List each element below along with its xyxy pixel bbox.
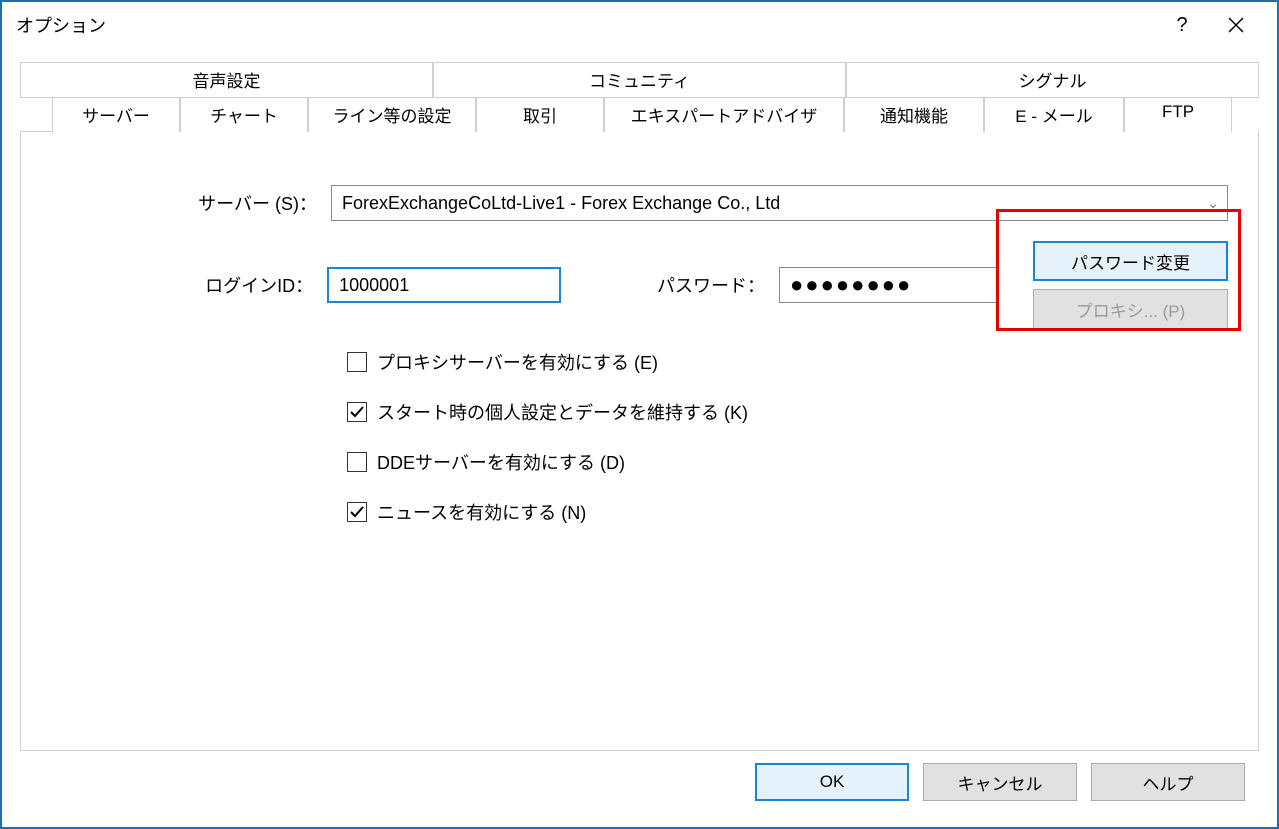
dialog-body: 音声設定 コミュニティ シグナル サーバー チャート ライン等の設定 取引 エキ…	[2, 48, 1277, 827]
titlebar: オプション ?	[2, 2, 1277, 48]
tab-sound[interactable]: 音声設定	[20, 62, 433, 98]
server-row: サーバー (S)： ForexExchangeCoLtd-Live1 - For…	[51, 185, 1228, 221]
tab-row-bottom: サーバー チャート ライン等の設定 取引 エキスパートアドバイザ 通知機能 E …	[20, 97, 1259, 132]
proxy-button: プロキシ... (P)	[1033, 289, 1228, 329]
change-password-button[interactable]: パスワード変更	[1033, 241, 1228, 281]
help-icon[interactable]: ?	[1155, 2, 1209, 48]
tab-community[interactable]: コミュニティ	[433, 62, 846, 98]
checkbox-checked-icon	[347, 402, 367, 422]
checkbox-icon	[347, 352, 367, 372]
server-select[interactable]: ForexExchangeCoLtd-Live1 - Forex Exchang…	[331, 185, 1228, 221]
checkbox-label: ニュースを有効にする (N)	[377, 499, 586, 525]
tab-panel-server: サーバー (S)： ForexExchangeCoLtd-Live1 - For…	[20, 131, 1259, 751]
tab-expert-advisor[interactable]: エキスパートアドバイザ	[604, 97, 844, 132]
tab-row-top: 音声設定 コミュニティ シグナル	[20, 62, 1259, 98]
tabs-container: 音声設定 コミュニティ シグナル サーバー チャート ライン等の設定 取引 エキ…	[20, 62, 1259, 751]
cancel-button[interactable]: キャンセル	[923, 763, 1077, 801]
password-label: パスワード：	[621, 272, 779, 298]
window-title: オプション	[16, 12, 1155, 38]
server-label: サーバー (S)：	[51, 190, 331, 216]
tab-trade[interactable]: 取引	[476, 97, 604, 132]
options-dialog: オプション ? 音声設定 コミュニティ シグナル サーバー チャート ライン等の…	[0, 0, 1279, 829]
login-row: ログインID： パスワード： パスワード変更 プロキシ... (P)	[51, 241, 1228, 329]
chevron-down-icon: ⌄	[1207, 195, 1219, 212]
checkbox-label: プロキシサーバーを有効にする (E)	[377, 349, 658, 375]
checkbox-proxy-enable[interactable]: プロキシサーバーを有効にする (E)	[347, 349, 1228, 375]
checkbox-icon	[347, 452, 367, 472]
tab-server[interactable]: サーバー	[52, 97, 180, 132]
checkbox-label: スタート時の個人設定とデータを維持する (K)	[377, 399, 748, 425]
checkbox-news-enable[interactable]: ニュースを有効にする (N)	[347, 499, 1228, 525]
tab-line-settings[interactable]: ライン等の設定	[308, 97, 476, 132]
tab-ftp[interactable]: FTP	[1124, 97, 1232, 132]
help-button[interactable]: ヘルプ	[1091, 763, 1245, 801]
tab-email[interactable]: E - メール	[984, 97, 1124, 132]
server-value: ForexExchangeCoLtd-Live1 - Forex Exchang…	[342, 193, 780, 214]
right-button-column: パスワード変更 プロキシ... (P)	[1033, 241, 1228, 329]
password-input[interactable]	[779, 267, 999, 303]
ok-button[interactable]: OK	[755, 763, 909, 801]
tab-notification[interactable]: 通知機能	[844, 97, 984, 132]
checkbox-dde-enable[interactable]: DDEサーバーを有効にする (D)	[347, 449, 1228, 475]
login-input[interactable]	[327, 267, 561, 303]
tab-signal[interactable]: シグナル	[846, 62, 1259, 98]
checkbox-label: DDEサーバーを有効にする (D)	[377, 449, 625, 475]
login-label: ログインID：	[51, 272, 327, 298]
checkbox-keep-settings[interactable]: スタート時の個人設定とデータを維持する (K)	[347, 399, 1228, 425]
checkbox-checked-icon	[347, 502, 367, 522]
tab-chart[interactable]: チャート	[180, 97, 308, 132]
close-icon[interactable]	[1209, 2, 1263, 48]
dialog-footer: OK キャンセル ヘルプ	[20, 751, 1259, 817]
